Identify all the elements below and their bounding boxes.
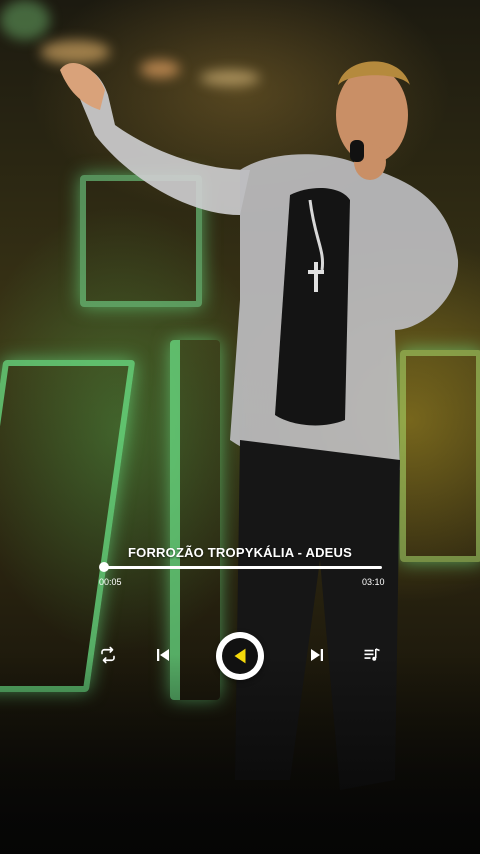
- progress-knob[interactable]: [99, 562, 109, 572]
- track-title: FORROZÃO TROPYKÁLIA - ADEUS: [128, 545, 352, 560]
- skip-previous-icon: [157, 649, 169, 661]
- total-time: 03:10: [362, 577, 385, 587]
- queue-button[interactable]: [360, 643, 384, 667]
- previous-button[interactable]: [151, 643, 175, 667]
- next-button[interactable]: [305, 643, 329, 667]
- repeat-icon: [101, 646, 115, 664]
- skip-next-icon: [311, 649, 323, 661]
- repeat-button[interactable]: [96, 643, 120, 667]
- current-time: 00:05: [99, 577, 122, 587]
- background-concert-photo: [0, 0, 480, 854]
- play-icon: [234, 648, 246, 664]
- play-button[interactable]: [216, 632, 264, 680]
- play-button-inner: [222, 638, 258, 674]
- progress-bar[interactable]: [99, 562, 382, 572]
- queue-music-icon: [364, 648, 380, 661]
